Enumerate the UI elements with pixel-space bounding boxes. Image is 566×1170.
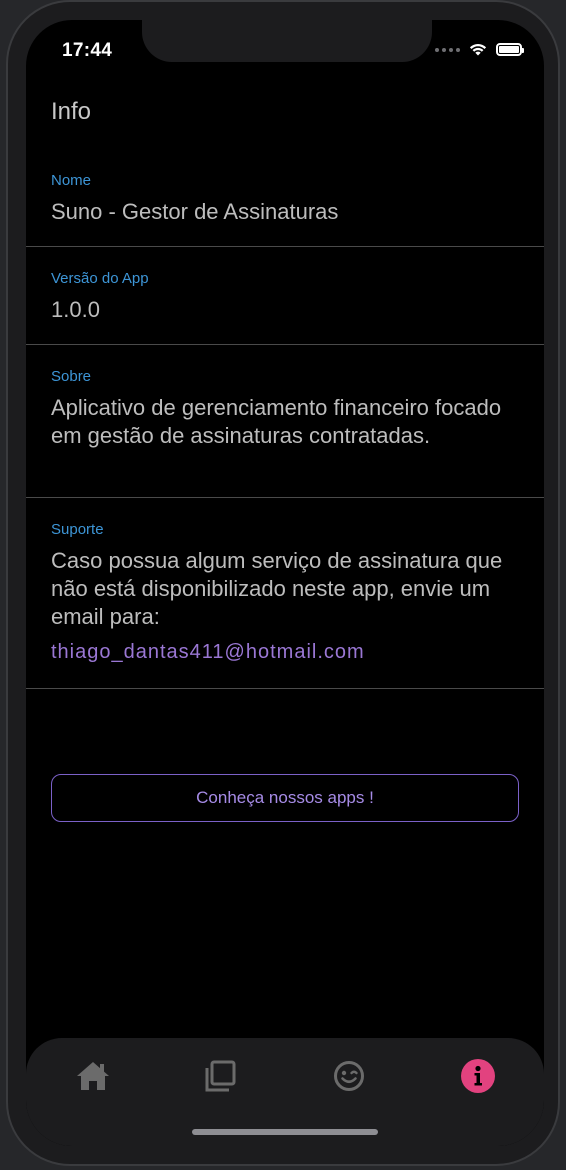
wifi-icon — [469, 44, 487, 56]
section-value: 1.0.0 — [51, 297, 100, 322]
app-screen: 17:44 Info Nome Suno - Gestor de Assinat… — [26, 20, 544, 1146]
section-value: Aplicativo de gerenciamento financeiro f… — [51, 395, 502, 448]
section-nome: Nome Suno - Gestor de Assinaturas — [26, 172, 544, 247]
section-value: Caso possua algum serviço de assinatura … — [51, 548, 503, 629]
section-label: Sobre — [51, 368, 92, 385]
nav-info[interactable] — [458, 1056, 498, 1096]
status-time: 17:44 — [62, 40, 113, 61]
home-icon — [77, 1062, 109, 1090]
page-title: Info — [51, 98, 92, 125]
wink-face-icon — [334, 1061, 364, 1091]
nav-copy[interactable] — [200, 1056, 240, 1096]
device: 17:44 Info Nome Suno - Gestor de Assinat… — [0, 0, 566, 1170]
apps-button[interactable]: Conheça nossos apps ! — [51, 774, 519, 822]
section-value: Suno - Gestor de Assinaturas — [51, 199, 339, 224]
section-sobre: Sobre Aplicativo de gerenciamento financ… — [26, 368, 544, 498]
section-suporte: Suporte Caso possua algum serviço de ass… — [26, 521, 544, 689]
nav-home[interactable] — [73, 1056, 113, 1096]
section-label: Versão do App — [51, 270, 149, 287]
signal-icon — [435, 47, 460, 52]
section-label: Suporte — [51, 521, 104, 538]
copy-icon — [205, 1060, 236, 1092]
section-versao: Versão do App 1.0.0 — [26, 270, 544, 345]
info-icon — [461, 1059, 495, 1093]
battery-icon — [496, 43, 524, 56]
status-icons — [435, 42, 524, 57]
support-email-link[interactable]: thiago_dantas411@hotmail.com — [51, 641, 524, 664]
home-indicator — [192, 1129, 378, 1135]
section-label: Nome — [51, 172, 92, 189]
notch — [142, 20, 432, 62]
nav-smile[interactable] — [329, 1056, 369, 1096]
